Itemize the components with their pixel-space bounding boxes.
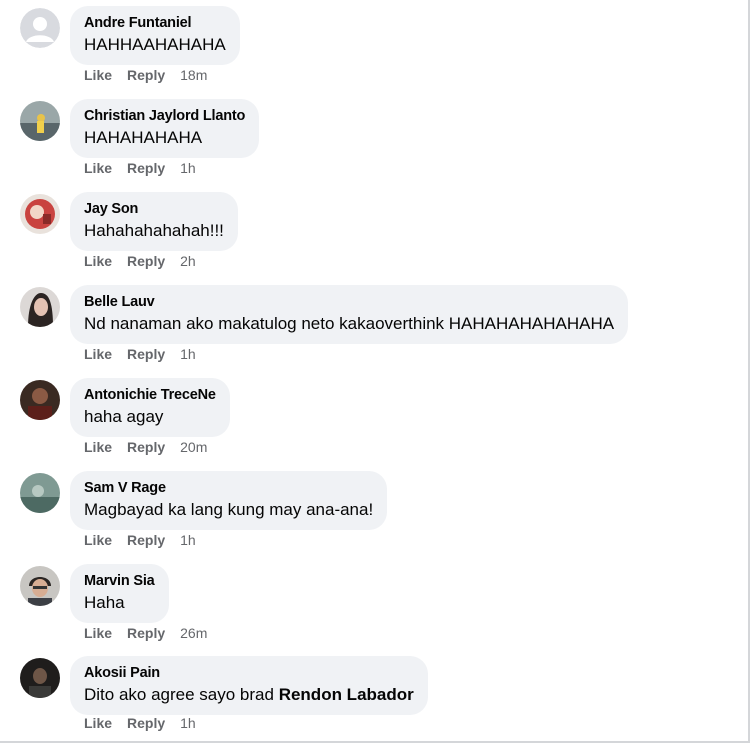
comment-text: Dito ako agree sayo brad Rendon Labador: [84, 683, 414, 707]
avatar[interactable]: [20, 101, 60, 141]
comment-item: Marvin Sia Haha Like Reply 26m: [0, 558, 740, 651]
reply-button[interactable]: Reply: [127, 715, 165, 731]
reply-button[interactable]: Reply: [127, 67, 165, 83]
comment-item: Jay Son Hahahahahahah!!! Like Reply 2h: [0, 186, 740, 279]
comment-item: Akosii Pain Dito ako agree sayo brad Ren…: [0, 650, 740, 743]
like-button[interactable]: Like: [84, 67, 112, 83]
like-button[interactable]: Like: [84, 439, 112, 455]
comment-author[interactable]: Belle Lauv: [84, 292, 614, 312]
comment-timestamp[interactable]: 1h: [180, 532, 196, 548]
comment-actions: Like Reply 26m: [84, 624, 207, 642]
comment-timestamp[interactable]: 26m: [180, 625, 207, 641]
comment-author[interactable]: Christian Jaylord Llanto: [84, 106, 245, 126]
avatar[interactable]: [20, 566, 60, 606]
comment-text: HAHAHAHAHA: [84, 128, 203, 147]
comments-panel: Andre Funtaniel HAHHAAHAHAHA Like Reply 18…: [0, 0, 750, 743]
comment-text: Magbayad ka lang kung may ana-ana!: [84, 500, 374, 519]
comment-item: Antonichie TreceNe haha agay Like Reply 20…: [0, 372, 740, 465]
comment-actions: Like Reply 18m: [84, 66, 207, 84]
like-button[interactable]: Like: [84, 715, 112, 731]
comment-bubble: Antonichie TreceNe haha agay: [70, 378, 230, 437]
comment-bubble: Andre Funtaniel HAHHAAHAHAHA: [70, 6, 240, 65]
comment-timestamp[interactable]: 1h: [180, 160, 196, 176]
comment-text: Haha: [84, 593, 125, 612]
comment-bubble: Christian Jaylord Llanto HAHAHAHAHA: [70, 99, 260, 158]
comment-author[interactable]: Andre Funtaniel: [84, 13, 226, 33]
like-button[interactable]: Like: [84, 160, 112, 176]
comment-actions: Like Reply 1h: [84, 159, 196, 177]
avatar[interactable]: [20, 658, 60, 698]
profile-photo-icon: [20, 658, 60, 698]
comment-text: Hahahahahahah!!!: [84, 221, 224, 240]
profile-photo-icon: [20, 287, 60, 327]
comment-actions: Like Reply 1h: [84, 531, 196, 549]
reply-button[interactable]: Reply: [127, 439, 165, 455]
comment-item: Belle Lauv Nd nanaman ako makatulog neto…: [0, 279, 740, 372]
comment-item: Sam V Rage Magbayad ka lang kung may ana…: [0, 465, 740, 558]
avatar[interactable]: [20, 8, 60, 48]
comment-item: Andre Funtaniel HAHHAAHAHAHA Like Reply 18…: [0, 0, 740, 93]
comment-text-body: Dito ako agree sayo brad: [84, 685, 274, 704]
comment-item: Christian Jaylord Llanto HAHAHAHAHA Like…: [0, 93, 740, 186]
comment-actions: Like Reply 2h: [84, 252, 196, 270]
comment-timestamp[interactable]: 2h: [180, 253, 196, 269]
profile-photo-icon: [20, 566, 60, 606]
avatar[interactable]: [20, 380, 60, 420]
comment-actions: Like Reply 20m: [84, 438, 207, 456]
mention-link[interactable]: Rendon Labador: [279, 685, 414, 704]
comment-author[interactable]: Marvin Sia: [84, 571, 155, 591]
like-button[interactable]: Like: [84, 625, 112, 641]
comment-text: Nd nanaman ako makatulog neto kakaoverth…: [84, 314, 615, 333]
comment-author[interactable]: Akosii Pain: [84, 663, 414, 683]
comment-timestamp[interactable]: 1h: [180, 715, 196, 731]
avatar[interactable]: [20, 287, 60, 327]
like-button[interactable]: Like: [84, 346, 112, 362]
comment-text: haha agay: [84, 407, 164, 426]
reply-button[interactable]: Reply: [127, 346, 165, 362]
comment-bubble: Akosii Pain Dito ako agree sayo brad Ren…: [70, 656, 428, 715]
comment-text: HAHHAAHAHAHA: [84, 35, 226, 54]
like-button[interactable]: Like: [84, 253, 112, 269]
comment-actions: Like Reply 1h: [84, 714, 196, 732]
profile-photo-icon: [20, 101, 60, 141]
comment-timestamp[interactable]: 18m: [180, 67, 207, 83]
reply-button[interactable]: Reply: [127, 253, 165, 269]
comment-actions: Like Reply 1h: [84, 345, 196, 363]
reply-button[interactable]: Reply: [127, 160, 165, 176]
reply-button[interactable]: Reply: [127, 532, 165, 548]
comment-author[interactable]: Antonichie TreceNe: [84, 385, 216, 405]
comment-author[interactable]: Jay Son: [84, 199, 224, 219]
avatar[interactable]: [20, 194, 60, 234]
comment-bubble: Sam V Rage Magbayad ka lang kung may ana…: [70, 471, 388, 530]
like-button[interactable]: Like: [84, 532, 112, 548]
comment-bubble: Marvin Sia Haha: [70, 564, 169, 623]
comment-bubble: Belle Lauv Nd nanaman ako makatulog neto…: [70, 285, 629, 344]
comment-bubble: Jay Son Hahahahahahah!!!: [70, 192, 238, 251]
comment-timestamp[interactable]: 20m: [180, 439, 207, 455]
comment-author[interactable]: Sam V Rage: [84, 478, 373, 498]
reply-button[interactable]: Reply: [127, 625, 165, 641]
profile-photo-icon: [20, 473, 60, 513]
profile-photo-icon: [20, 194, 60, 234]
profile-photo-icon: [20, 380, 60, 420]
comment-timestamp[interactable]: 1h: [180, 346, 196, 362]
default-avatar-icon: [20, 8, 60, 48]
avatar[interactable]: [20, 473, 60, 513]
